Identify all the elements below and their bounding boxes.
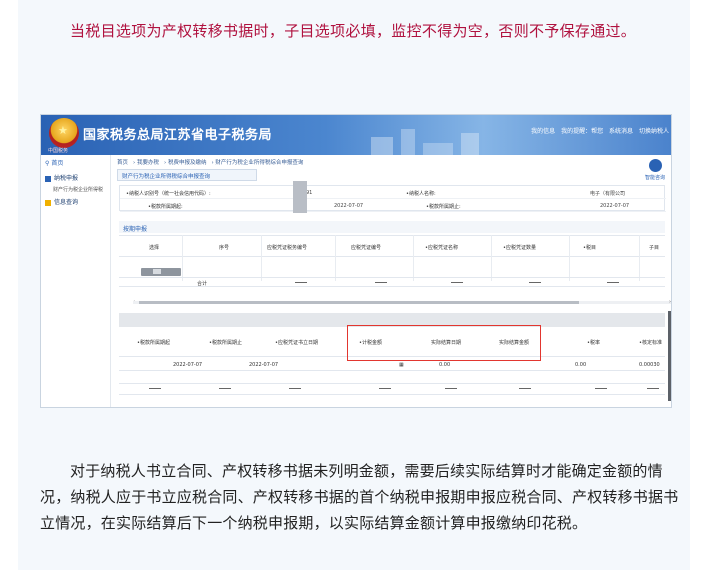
sidebar-item-tax-filing[interactable]: 纳税申报 [45, 173, 78, 182]
vertical-scrollbar[interactable] [668, 311, 671, 401]
col2-standard: •核定标准 [639, 340, 662, 346]
taxpayer-name-label: •纳税人名称: [406, 191, 436, 197]
sidebar-home[interactable]: ⚲ 首页 [45, 158, 63, 167]
form-row: •纳税人识别号（统一社会信用代码）: 91 •纳税人名称: 电子（有限公司 [120, 186, 666, 199]
col-sub-item: 子目 [649, 245, 660, 251]
tab-current[interactable]: 财产行为税企业所得税综合申报查询 [117, 169, 257, 181]
period-end-value[interactable]: 2022-07-07 [600, 203, 629, 209]
col-voucher-name: •应税凭证名称 [425, 245, 458, 251]
col2-rate: •税率 [587, 340, 600, 346]
breadcrumb: 首页 › 我要办税 › 税费申报及缴纳 › 财产行为税企业所得税综合申报查询 [117, 160, 304, 166]
sidebar-subitem[interactable]: 财产行为税企业所得税 [53, 186, 103, 193]
breadcrumb-item[interactable]: 首页 [117, 160, 128, 166]
col-select: 选择 [149, 245, 160, 251]
sum-label: 合计 [197, 281, 208, 287]
col-index: 序号 [219, 245, 230, 251]
breadcrumb-item[interactable]: 我要办税 [137, 160, 159, 166]
taxpayer-name-value[interactable]: 电子（有限公司 [590, 190, 625, 197]
article-panel: 当税目选项为产权转移书据时，子目选项必填，监控不得为空，否则不予保存通过。 ★ … [18, 0, 690, 570]
intro-paragraph: 当税目选项为产权转移书据时，子目选项必填，监控不得为空，否则不予保存通过。 [70, 22, 637, 40]
site-banner: ★ 中国税务 国家税务总局江苏省电子税务局 我的信息 我的提醒：帮您 系统消息 … [41, 115, 671, 155]
horizontal-scrollbar[interactable]: ‹ › [133, 299, 671, 305]
link-my-info[interactable]: 我的信息 [531, 128, 555, 135]
period-end-label: •税款所属期止: [426, 204, 461, 210]
row-tax-amount[interactable]: 0.00 [439, 362, 450, 368]
breadcrumb-item[interactable]: 税费申报及缴纳 [168, 160, 207, 166]
breadcrumb-item[interactable]: 财产行为税企业所得税综合申报查询 [215, 160, 303, 166]
calendar-icon[interactable]: ▦ [399, 362, 404, 368]
table2-empty-row [119, 383, 665, 395]
site-title: 国家税务总局江苏省电子税务局 [83, 128, 273, 143]
col2-sign-date: •应税凭证书立日期 [275, 340, 318, 346]
taxpayer-id-label: •纳税人识别号（统一社会信用代码）: [126, 191, 211, 197]
robot-icon [648, 159, 662, 172]
period-start-label: •税款所属期起: [148, 204, 183, 210]
highlight-box [347, 325, 541, 361]
table1-header: 选择 序号 应税凭证税务编号 应税凭证编号 •应税凭证名称 •应税凭证数量 •税… [119, 235, 665, 257]
emblem-star-icon: ★ [58, 124, 68, 137]
col-tax-item: •税目 [583, 245, 596, 251]
filing-icon [45, 175, 51, 182]
plus-icon [153, 269, 161, 274]
col2-period-start: •税款所属期起 [137, 340, 170, 346]
row-rate[interactable]: 0.00030 [639, 362, 660, 368]
link-messages[interactable]: 系统消息 [609, 128, 633, 135]
col-voucher-no: 应税凭证编号 [351, 245, 382, 251]
col2-period-end: •税款所属期止 [209, 340, 242, 346]
row-period-end[interactable]: 2022-07-07 [249, 362, 278, 368]
scroll-right-icon[interactable]: › [669, 299, 671, 305]
query-icon [45, 199, 51, 206]
scroll-thumb[interactable] [139, 301, 579, 304]
period-start-value[interactable]: 2022-07-07 [334, 203, 363, 209]
section-title: 按期申报 [119, 221, 665, 233]
skyline-decoration [371, 123, 511, 155]
body-paragraph: 对于纳税人书立合同、产权转移书据未列明金额，需要后续实际结算时才能确定金额的情况… [40, 462, 679, 532]
top-links: 我的信息 我的提醒：帮您 系统消息 切换纳税人 [527, 126, 669, 135]
screenshot-frame: ★ 中国税务 国家税务总局江苏省电子税务局 我的信息 我的提醒：帮您 系统消息 … [40, 114, 672, 408]
emblem-text: 中国税务 [48, 148, 69, 154]
redaction-block [293, 181, 307, 213]
row-period-start[interactable]: 2022-07-07 [173, 362, 202, 368]
link-switch-taxpayer[interactable]: 切换纳税人 [639, 128, 669, 135]
col-voucher-tax-no: 应税凭证税务编号 [267, 245, 308, 251]
form-row: •税款所属期起: 2022-07-07 •税款所属期止: 2022-07-07 [120, 199, 666, 212]
sidebar: ⚲ 首页 纳税申报 财产行为税企业所得税 信息查询 [41, 155, 111, 407]
taxpayer-form: •纳税人识别号（统一社会信用代码）: 91 •纳税人名称: 电子（有限公司 •税… [119, 185, 666, 212]
sidebar-item-info-query[interactable]: 信息查询 [45, 197, 78, 206]
link-reminder[interactable]: 我的提醒：帮您 [561, 128, 603, 135]
pin-icon: ⚲ [45, 160, 50, 167]
smart-consult-button[interactable]: 智能咨询 [643, 159, 667, 181]
add-row-button[interactable] [141, 268, 181, 276]
col-voucher-qty: •应税凭证数量 [503, 245, 536, 251]
row-settle-amount[interactable]: 0.00 [575, 362, 586, 368]
table1-sum-row: 合计 [119, 277, 665, 287]
smart-consult-label: 智能咨询 [644, 175, 665, 181]
